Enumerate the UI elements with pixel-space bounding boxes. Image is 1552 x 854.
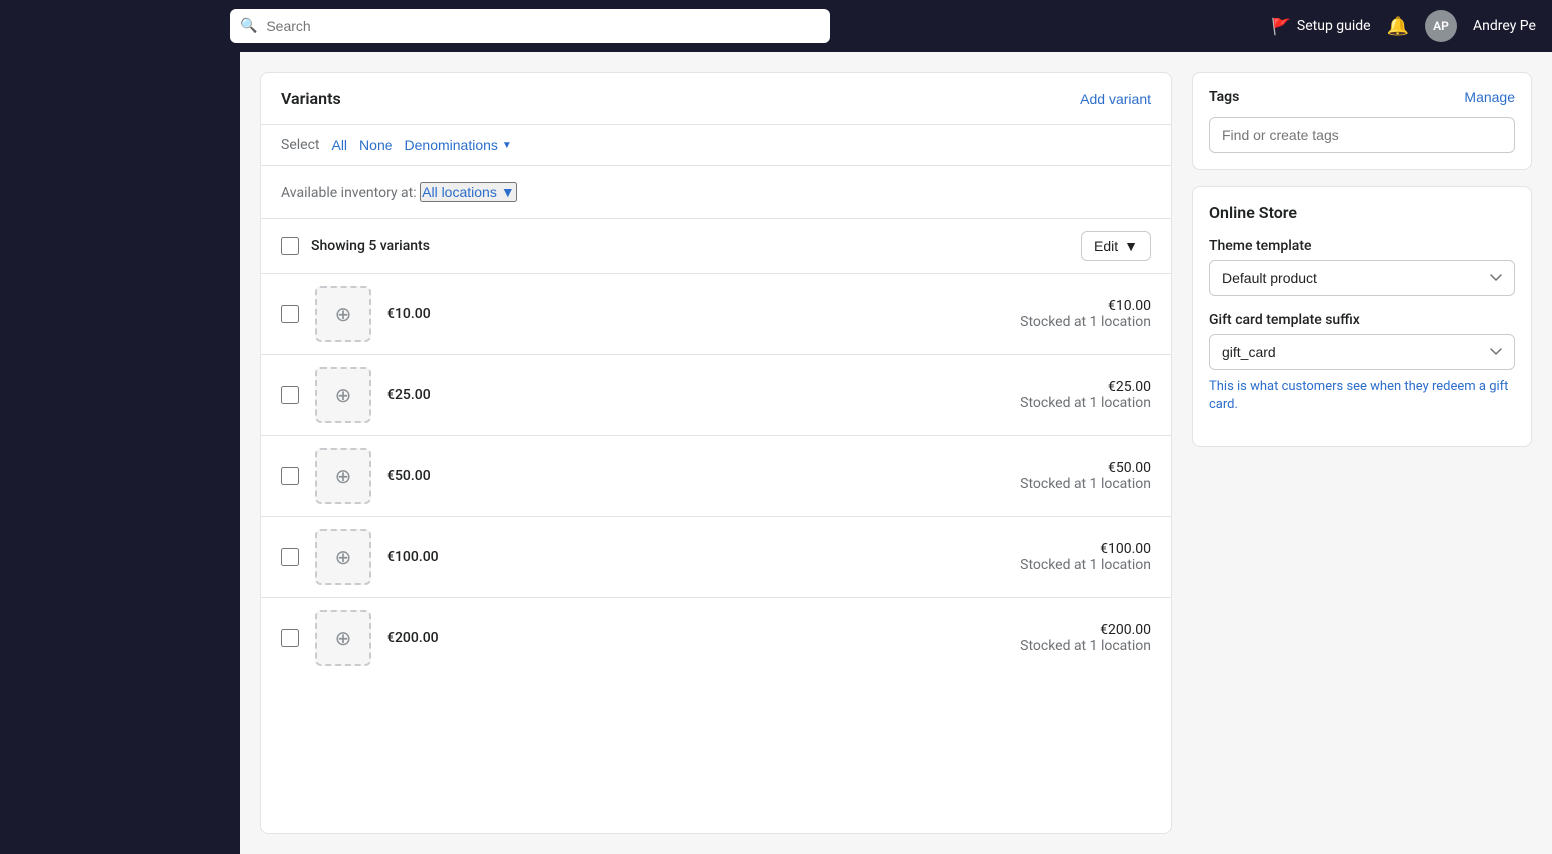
table-row: ⊕ €50.00 €50.00 Stocked at 1 location — [261, 436, 1171, 517]
avatar[interactable]: AP — [1425, 10, 1457, 42]
main-panel: Variants Add variant Select All None Den… — [260, 72, 1172, 834]
showing-text: Showing 5 variants — [311, 238, 430, 254]
all-locations-button[interactable]: All locations ▼ — [420, 182, 517, 202]
variant-image-4[interactable]: ⊕ — [315, 529, 371, 585]
image-placeholder-icon: ⊕ — [335, 545, 352, 569]
variant-stock-text-2: Stocked at 1 location — [1020, 395, 1151, 411]
chevron-down-icon: ▼ — [502, 140, 512, 151]
select-label: Select — [281, 137, 319, 153]
variant-image-1[interactable]: ⊕ — [315, 286, 371, 342]
image-placeholder-icon: ⊕ — [335, 383, 352, 407]
table-row: ⊕ €200.00 €200.00 Stocked at 1 location — [261, 598, 1171, 678]
gift-card-suffix-select[interactable]: gift_card — [1209, 334, 1515, 370]
online-store-title: Online Store — [1209, 203, 1515, 222]
variant-stock-2: €25.00 Stocked at 1 location — [1020, 379, 1151, 411]
image-placeholder-icon: ⊕ — [335, 302, 352, 326]
table-row: ⊕ €25.00 €25.00 Stocked at 1 location — [261, 355, 1171, 436]
inventory-prefix: Available inventory at: — [281, 185, 417, 201]
flag-icon: 🚩 — [1271, 17, 1291, 36]
variant-stock-text-1: Stocked at 1 location — [1020, 314, 1151, 330]
search-input[interactable] — [230, 9, 830, 43]
variant-stock-text-4: Stocked at 1 location — [1020, 557, 1151, 573]
variant-price-right-2: €25.00 — [1020, 379, 1151, 395]
variant-checkbox-1[interactable] — [281, 305, 299, 323]
tags-card-header: Tags Manage — [1209, 89, 1515, 105]
image-placeholder-icon: ⊕ — [335, 626, 352, 650]
all-button[interactable]: All — [331, 137, 347, 153]
denominations-label: Denominations — [405, 137, 498, 153]
tags-title: Tags — [1209, 89, 1239, 105]
variant-stock-1: €10.00 Stocked at 1 location — [1020, 298, 1151, 330]
variant-price-right-4: €100.00 — [1020, 541, 1151, 557]
avatar-initials: AP — [1433, 19, 1449, 33]
tags-input[interactable] — [1209, 117, 1515, 153]
variant-checkbox-5[interactable] — [281, 629, 299, 647]
image-placeholder-icon: ⊕ — [335, 464, 352, 488]
gift-card-suffix-group: Gift card template suffix gift_card This… — [1209, 312, 1515, 414]
theme-template-group: Theme template Default product — [1209, 238, 1515, 296]
variant-stock-text-5: Stocked at 1 location — [1020, 638, 1151, 654]
gift-card-suffix-label: Gift card template suffix — [1209, 312, 1515, 328]
inventory-row: Available inventory at: All locations ▼ — [261, 166, 1171, 219]
theme-template-label: Theme template — [1209, 238, 1515, 254]
manage-button[interactable]: Manage — [1464, 89, 1515, 105]
variant-price-right-5: €200.00 — [1020, 622, 1151, 638]
online-store-card: Online Store Theme template Default prod… — [1192, 186, 1532, 447]
search-bar-container: 🔍 — [230, 9, 830, 43]
user-name[interactable]: Andrey Pe — [1473, 18, 1536, 34]
variant-price-1: €10.00 — [387, 306, 431, 322]
main-layout: Variants Add variant Select All None Den… — [0, 52, 1552, 854]
bell-icon[interactable]: 🔔 — [1387, 16, 1409, 37]
select-all-checkbox[interactable] — [281, 237, 299, 255]
edit-label: Edit — [1094, 238, 1118, 254]
showing-row: Showing 5 variants Edit ▼ — [261, 219, 1171, 274]
right-panel: Tags Manage Online Store Theme template … — [1192, 72, 1532, 834]
variant-stock-3: €50.00 Stocked at 1 location — [1020, 460, 1151, 492]
sidebar — [0, 52, 240, 854]
variant-image-3[interactable]: ⊕ — [315, 448, 371, 504]
variant-image-5[interactable]: ⊕ — [315, 610, 371, 666]
theme-template-select[interactable]: Default product — [1209, 260, 1515, 296]
search-icon: 🔍 — [240, 18, 257, 34]
chevron-down-icon: ▼ — [501, 184, 515, 200]
add-variant-button[interactable]: Add variant — [1080, 91, 1151, 107]
setup-guide-label: Setup guide — [1297, 18, 1371, 34]
all-locations-label: All locations — [422, 184, 497, 200]
variant-price-right-1: €10.00 — [1020, 298, 1151, 314]
variant-stock-text-3: Stocked at 1 location — [1020, 476, 1151, 492]
variant-price-4: €100.00 — [387, 549, 439, 565]
variant-checkbox-2[interactable] — [281, 386, 299, 404]
variant-stock-5: €200.00 Stocked at 1 location — [1020, 622, 1151, 654]
variants-header: Variants Add variant — [261, 73, 1171, 125]
variant-checkbox-3[interactable] — [281, 467, 299, 485]
tags-card: Tags Manage — [1192, 72, 1532, 170]
variant-checkbox-4[interactable] — [281, 548, 299, 566]
none-button[interactable]: None — [359, 137, 392, 153]
variant-price-2: €25.00 — [387, 387, 431, 403]
variants-title: Variants — [281, 89, 341, 108]
top-navigation: 🔍 🚩 Setup guide 🔔 AP Andrey Pe — [0, 0, 1552, 52]
nav-right: 🚩 Setup guide 🔔 AP Andrey Pe — [1271, 10, 1536, 42]
content-area: Variants Add variant Select All None Den… — [240, 52, 1552, 854]
denominations-button[interactable]: Denominations ▼ — [405, 137, 512, 153]
variant-price-5: €200.00 — [387, 630, 439, 646]
table-row: ⊕ €10.00 €10.00 Stocked at 1 location — [261, 274, 1171, 355]
edit-button[interactable]: Edit ▼ — [1081, 231, 1151, 261]
showing-left: Showing 5 variants — [281, 237, 430, 255]
table-row: ⊕ €100.00 €100.00 Stocked at 1 location — [261, 517, 1171, 598]
setup-guide-button[interactable]: 🚩 Setup guide — [1271, 17, 1371, 36]
variant-stock-4: €100.00 Stocked at 1 location — [1020, 541, 1151, 573]
select-row: Select All None Denominations ▼ — [261, 125, 1171, 166]
variant-price-3: €50.00 — [387, 468, 431, 484]
variant-price-right-3: €50.00 — [1020, 460, 1151, 476]
gift-card-hint: This is what customers see when they red… — [1209, 378, 1515, 414]
variant-image-2[interactable]: ⊕ — [315, 367, 371, 423]
variants-list: ⊕ €10.00 €10.00 Stocked at 1 location ⊕ … — [261, 274, 1171, 678]
chevron-down-icon: ▼ — [1124, 238, 1138, 254]
